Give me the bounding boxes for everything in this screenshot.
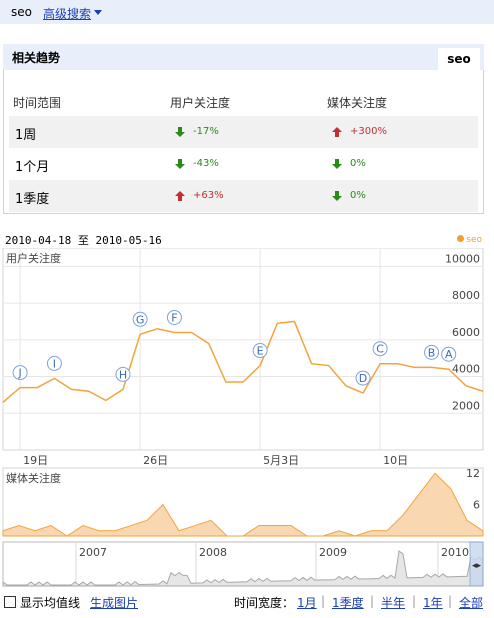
advanced-search-link[interactable]: 高级搜索 [43, 5, 91, 22]
main-plot-frame [2, 248, 484, 451]
media-change-value: 0% [350, 158, 366, 169]
chevron-down-icon[interactable] [94, 10, 102, 15]
avg-line-checkbox[interactable] [4, 596, 16, 608]
annotation-label: C [376, 343, 384, 356]
separator: | [412, 594, 417, 608]
arrow-up-icon [332, 127, 342, 137]
annotation-label: E [257, 345, 264, 358]
media-change-value: 0% [350, 190, 366, 201]
search-bar: seo 高级搜索 [0, 0, 494, 24]
user-change-value: +63% [193, 190, 224, 201]
media-change-value: +300% [350, 126, 387, 137]
search-query: seo [11, 5, 32, 19]
header-media: 媒体关注度 [327, 96, 388, 110]
trend-chart[interactable]: 2000 4000 6000 8000 10000 19日 26日 5月3日 10日 用户关注度 J… [0, 248, 494, 592]
annotation-label: A [445, 348, 453, 361]
range-all-link[interactable]: 全部 [459, 594, 483, 611]
panel-title: 相关趋势 [12, 51, 61, 65]
period-label: 1季度 [15, 192, 50, 207]
annotation-label: H [119, 368, 127, 381]
annotation-label: J [18, 367, 22, 380]
y-tick-label: 2000 [452, 399, 480, 412]
table-row: 1周 -17% +300% [9, 116, 478, 148]
period-label: 1个月 [15, 160, 50, 175]
arrow-down-icon [175, 127, 185, 137]
x-tick-label: 5月3日 [263, 454, 299, 467]
annotation-label: D [359, 372, 367, 385]
header-user: 用户关注度 [170, 96, 231, 110]
annotation-label: B [428, 346, 436, 359]
overview-tick-label: 2009 [319, 546, 347, 559]
overview-tick-label: 2008 [199, 546, 227, 559]
legend-dot-icon [457, 235, 465, 242]
legend-label: seo [466, 235, 482, 245]
x-tick-label: 10日 [383, 454, 408, 467]
trend-panel-header: 相关趋势 seo [3, 44, 484, 70]
trend-table: 时间范围 用户关注度 媒体关注度 1周 -17% +300% 1个月 -43% 0% 1季度… [3, 70, 484, 214]
drag-handle-icon[interactable]: ◂▸ [472, 561, 482, 571]
table-row: 1个月 -43% 0% [9, 148, 478, 180]
separator: | [321, 594, 326, 608]
overview-tick-label: 2010 [441, 546, 469, 559]
user-change-value: -17% [193, 126, 219, 137]
range-1y-link[interactable]: 1年 [423, 594, 443, 611]
y-tick-label: 6 [473, 499, 480, 512]
overview-tick-label: 2007 [79, 546, 107, 559]
chart-title-user: 用户关注度 [6, 251, 61, 265]
y-tick-label: 10000 [445, 252, 480, 265]
separator: | [448, 594, 453, 608]
footer-bar: 显示均值线 生成图片 时间宽度： 1月 | 1季度 | 半年 | 1年 | 全部 [0, 594, 494, 614]
annotation-label: I [53, 357, 56, 370]
x-tick-label: 26日 [143, 454, 168, 467]
y-tick-label: 12 [466, 467, 480, 480]
chart-title-media: 媒体关注度 [6, 471, 61, 485]
generate-image-link[interactable]: 生成图片 [90, 594, 138, 611]
annotation-label: F [171, 311, 177, 324]
user-change-value: -43% [193, 158, 219, 169]
tab-seo[interactable]: seo [438, 48, 480, 70]
range-1q-link[interactable]: 1季度 [332, 594, 364, 611]
y-tick-label: 4000 [452, 363, 480, 376]
arrow-down-icon [332, 159, 342, 169]
range-1m-link[interactable]: 1月 [297, 594, 317, 611]
date-range: 2010-04-18 至 2010-05-16 [5, 234, 162, 247]
arrow-down-icon [175, 159, 185, 169]
annotation-label: G [136, 313, 145, 326]
time-width-label: 时间宽度： [234, 596, 295, 610]
table-row: 1季度 +63% 0% [9, 180, 478, 212]
period-label: 1周 [15, 128, 37, 143]
range-6m-link[interactable]: 半年 [381, 594, 405, 611]
arrow-down-icon [332, 191, 342, 201]
separator: | [370, 594, 375, 608]
x-tick-label: 19日 [23, 454, 48, 467]
arrow-up-icon [175, 191, 185, 201]
y-tick-label: 8000 [452, 289, 480, 302]
header-period: 时间范围 [13, 96, 62, 110]
y-tick-label: 6000 [452, 326, 480, 339]
avg-line-label: 显示均值线 [20, 596, 81, 610]
legend: seo [457, 235, 482, 245]
